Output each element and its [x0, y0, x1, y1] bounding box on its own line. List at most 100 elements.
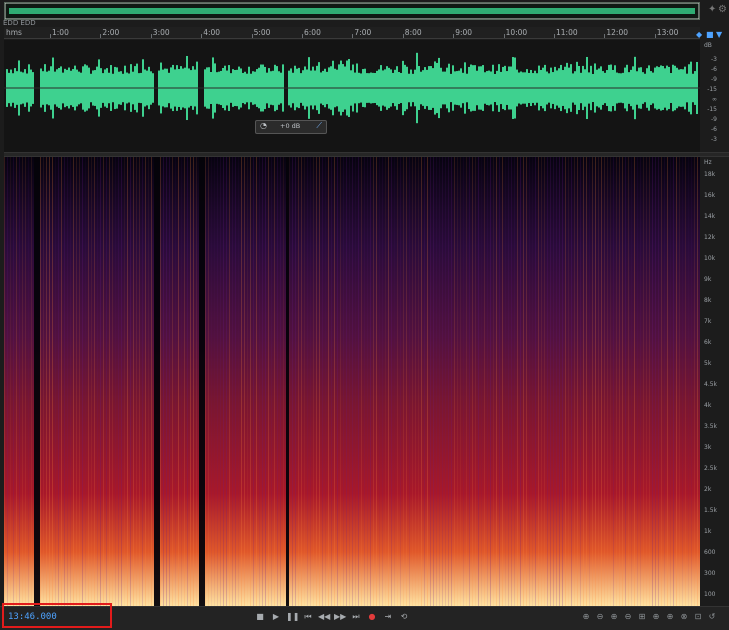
- current-time-display[interactable]: 13:46.000: [8, 612, 57, 622]
- spectrogram-column: [424, 157, 425, 606]
- spectrogram-column: [307, 157, 308, 606]
- zoom-fit-button[interactable]: ⊡: [692, 612, 704, 622]
- ruler-tick-mark: [554, 34, 555, 38]
- spectrogram-column: [379, 157, 380, 606]
- ruler-tick-mark: [150, 34, 152, 38]
- spectrogram-column: [481, 157, 482, 606]
- spectrogram-column: [634, 157, 635, 606]
- pin-icon[interactable]: ⟋: [316, 121, 322, 131]
- spectrogram-column: [616, 157, 617, 606]
- spectrogram-column: [535, 157, 536, 606]
- spectrogram-column: [265, 157, 266, 606]
- spectrogram-column: [121, 157, 122, 606]
- zoom-out-amplitude-button[interactable]: ⊖: [594, 612, 606, 622]
- spectrogram-column: [103, 157, 104, 606]
- zoom-out-time-button[interactable]: ⊖: [622, 612, 634, 622]
- zoom-in-right-button[interactable]: ⊕: [664, 612, 676, 622]
- spectrogram-column: [208, 157, 209, 606]
- spectrogram-column: [124, 157, 125, 606]
- spectrogram-column: [445, 157, 446, 606]
- time-ruler[interactable]: hms 1:00 2:00 3:00 4:00 5:00 6:00 7:00 8:00 9:00…: [4, 27, 700, 39]
- spectrogram-column: [178, 157, 179, 606]
- spectrogram-column: [286, 157, 289, 606]
- spectrogram-column: [559, 157, 560, 606]
- spectrogram-column: [520, 157, 521, 606]
- pause-button[interactable]: ❚❚: [286, 612, 299, 622]
- spectrogram-column: [388, 157, 389, 606]
- spectrogram-column: [400, 157, 401, 606]
- spectrogram-column: [619, 157, 620, 606]
- spectrogram-column: [589, 157, 590, 606]
- zoom-selection-button[interactable]: ⊞: [636, 612, 648, 622]
- hz-scale-label: 7k: [704, 318, 712, 325]
- ruler-tick-label: 9:00: [455, 28, 473, 37]
- rewind-button[interactable]: ◀◀: [318, 612, 330, 622]
- play-button[interactable]: ▶: [270, 612, 282, 622]
- spectrogram-column: [40, 157, 41, 606]
- record-button[interactable]: ●: [366, 612, 378, 622]
- spectrogram-column: [403, 157, 404, 606]
- zoom-reset-button[interactable]: ↺: [706, 612, 718, 622]
- spectrogram-column: [676, 157, 677, 606]
- spectrogram-column: [235, 157, 236, 606]
- zoom-in-left-button[interactable]: ⊕: [650, 612, 662, 622]
- spectrogram-column: [454, 157, 455, 606]
- spectrogram-column: [34, 157, 37, 606]
- spectral-frequency-display[interactable]: [4, 157, 700, 606]
- ruler-tick-label: 1:00: [52, 28, 69, 37]
- db-scale-label: -6: [711, 66, 717, 73]
- spectrogram-column: [328, 157, 329, 606]
- spectrogram-column: [508, 157, 509, 606]
- spectrogram-column: [19, 157, 20, 606]
- go-to-start-button[interactable]: ⏮: [302, 612, 314, 622]
- overview-options[interactable]: ✦ ⚙: [706, 4, 727, 18]
- spectrogram-column: [364, 157, 365, 606]
- spectrogram-column: [268, 157, 269, 606]
- waveform-display[interactable]: ◔ +0 dB ⟋: [4, 40, 700, 152]
- spectrogram-column: [418, 157, 419, 606]
- spectrogram-column: [478, 157, 479, 606]
- lock-icon[interactable]: ■: [706, 30, 714, 39]
- spectrogram-column: [352, 157, 353, 606]
- volume-knob-icon[interactable]: ◔: [260, 121, 267, 130]
- skip-selection-button[interactable]: ⇥: [382, 612, 394, 622]
- zoom-in-time-button[interactable]: ⊕: [608, 612, 620, 622]
- hz-scale-label: 2.5k: [704, 465, 718, 472]
- zoom-in-amplitude-button[interactable]: ⊕: [580, 612, 592, 622]
- go-to-end-button[interactable]: ⏭: [350, 612, 362, 622]
- hz-scale-label: 600: [704, 549, 716, 556]
- spectrogram-column: [412, 157, 413, 606]
- spectrogram-column: [667, 157, 668, 606]
- spectrogram-column: [13, 157, 14, 606]
- spectrogram-column: [115, 157, 116, 606]
- spectrogram-column: [10, 157, 11, 606]
- settings-icon[interactable]: ⚙: [718, 4, 727, 15]
- spectrogram-column: [565, 157, 566, 606]
- hz-scale-label: 1.5k: [704, 507, 718, 514]
- hud-volume-control[interactable]: ◔ +0 dB ⟋: [255, 120, 327, 134]
- overview-waveform[interactable]: [4, 2, 700, 20]
- ruler-tick-label: 6:00: [304, 28, 321, 37]
- filter-icon[interactable]: ▼: [716, 30, 722, 39]
- spectrogram-column: [31, 157, 32, 606]
- zoom-out-full-button[interactable]: ⊗: [678, 612, 690, 622]
- spectrogram-column: [55, 157, 56, 606]
- spectrogram-column: [592, 157, 593, 606]
- marker-icon[interactable]: ◆: [696, 30, 702, 39]
- db-scale-label: -6: [711, 126, 717, 133]
- fast-forward-button[interactable]: ▶▶: [334, 612, 346, 622]
- spectrogram-column: [28, 157, 29, 606]
- spectrogram-column: [211, 157, 212, 606]
- spectrogram-column: [391, 157, 392, 606]
- db-scale-label: -3: [711, 136, 717, 143]
- spectrogram-column: [490, 157, 491, 606]
- spectrogram-column: [586, 157, 587, 606]
- star-icon[interactable]: ✦: [708, 4, 716, 15]
- loop-button[interactable]: ⟲: [398, 612, 410, 622]
- spectrogram-column: [100, 157, 101, 606]
- spectrogram-column: [670, 157, 671, 606]
- spectrogram-column: [541, 157, 542, 606]
- spectrogram-column: [283, 157, 284, 606]
- stop-button[interactable]: ■: [254, 612, 266, 622]
- spectrogram-column: [637, 157, 638, 606]
